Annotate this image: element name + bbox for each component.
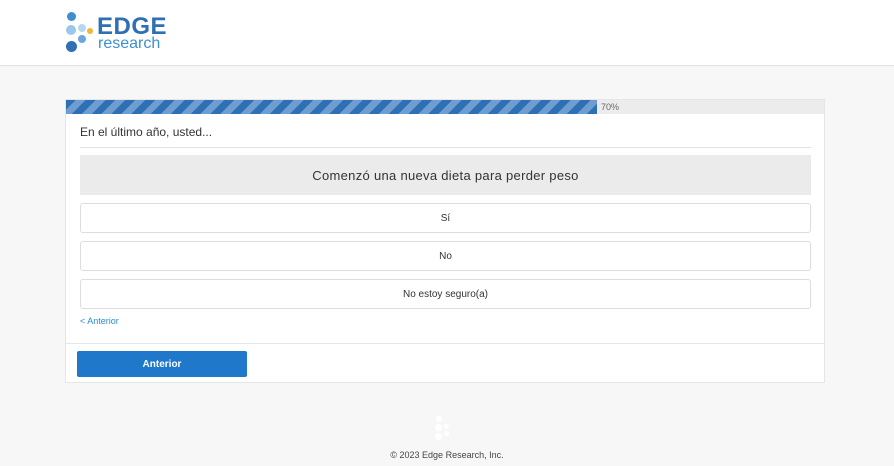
back-link[interactable]: < Anterior <box>80 316 119 326</box>
logo-dot <box>78 24 86 32</box>
logo-dot <box>87 28 93 34</box>
logo-dot <box>66 25 76 35</box>
answer-option-no[interactable]: No <box>80 241 811 271</box>
question-statement: Comenzó una nueva dieta para perder peso <box>80 155 811 195</box>
logo-word-research: research <box>98 35 161 52</box>
footer-logo-icon <box>434 416 454 440</box>
edge-research-logo: EDGE research <box>64 10 174 56</box>
footer-logo-dot <box>436 416 442 422</box>
progress-label: 70% <box>601 102 620 112</box>
divider <box>66 343 824 344</box>
answer-option-not-sure[interactable]: No estoy seguro(a) <box>80 279 811 309</box>
logo-dot <box>66 41 77 52</box>
previous-button[interactable]: Anterior <box>77 351 247 377</box>
footer-logo-dot <box>444 431 449 436</box>
footer-logo-dot <box>435 424 442 431</box>
answer-option-si[interactable]: Sí <box>80 203 811 233</box>
logo-dot <box>78 35 86 43</box>
progress-bar <box>66 100 824 114</box>
progress-fill <box>66 100 597 114</box>
question-prompt: En el último año, usted... <box>80 125 213 139</box>
footer-logo-dot <box>435 433 442 440</box>
copyright-text: © 2023 Edge Research, Inc. <box>390 450 504 460</box>
logo-dot <box>67 12 76 21</box>
survey-panel: 70% En el último año, usted... Comenzó u… <box>65 99 825 383</box>
footer-logo-dot <box>444 424 449 429</box>
divider <box>80 147 811 148</box>
header: EDGE research <box>0 0 894 66</box>
